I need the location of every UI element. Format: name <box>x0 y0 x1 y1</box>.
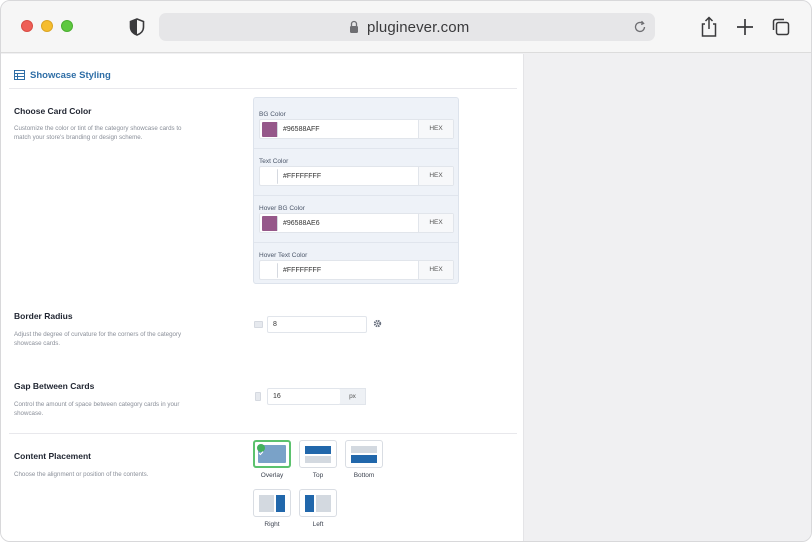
bg-color-format[interactable]: HEX <box>418 120 453 138</box>
border-radius-input[interactable]: 8 <box>267 316 367 333</box>
section-header: Showcase Styling <box>14 68 111 82</box>
color-panel: BG Color #96588AFF HEX Text Color #FFFFF… <box>253 97 459 284</box>
placement-description: Choose the alignment or position of the … <box>14 471 149 478</box>
section-divider <box>9 433 517 434</box>
gap-description: Control the amount of space between cate… <box>14 401 180 417</box>
color-separator <box>254 195 458 196</box>
hover-bg-color-value[interactable]: #96588AE6 <box>283 220 320 227</box>
table-icon <box>14 70 25 80</box>
gap-value[interactable]: 16 <box>273 393 281 400</box>
gap-unit: px <box>340 388 366 405</box>
bg-color-swatch[interactable] <box>262 122 278 137</box>
border-radius-value[interactable]: 8 <box>273 321 277 328</box>
right-preview-accent <box>276 495 285 512</box>
placement-option-top[interactable] <box>299 440 337 468</box>
card-color-description: Customize the color or tint of the categ… <box>14 125 182 141</box>
tab-overview-icon[interactable] <box>771 16 791 38</box>
bg-color-field[interactable]: #96588AFF HEX <box>259 119 454 139</box>
hover-bg-color-swatch[interactable] <box>262 216 278 231</box>
placement-option-bottom[interactable] <box>345 440 383 468</box>
bottom-preview-base <box>351 446 377 453</box>
text-color-swatch[interactable] <box>262 169 278 184</box>
text-color-format[interactable]: HEX <box>418 167 453 185</box>
bottom-preview-accent <box>351 455 377 463</box>
hover-text-color-swatch[interactable] <box>262 263 278 278</box>
new-tab-icon[interactable] <box>735 16 755 38</box>
close-window-button[interactable] <box>21 20 33 32</box>
hover-text-color-field[interactable]: #FFFFFFFF HEX <box>259 260 454 280</box>
placement-label: Content Placement <box>14 451 91 461</box>
right-preview-base <box>259 495 274 512</box>
border-radius-label: Border Radius <box>14 311 73 321</box>
bg-color-label: BG Color <box>259 111 286 118</box>
color-separator <box>254 242 458 243</box>
section-divider <box>9 88 517 89</box>
reload-icon[interactable] <box>633 20 647 34</box>
placement-option-left[interactable] <box>299 489 337 517</box>
placement-option-bottom-label: Bottom <box>353 472 375 479</box>
left-preview-base <box>316 495 331 512</box>
share-icon[interactable] <box>699 16 719 38</box>
minimize-window-button[interactable] <box>41 20 53 32</box>
top-preview-accent <box>305 446 331 454</box>
section-title: Showcase Styling <box>30 69 111 81</box>
hover-text-color-format[interactable]: HEX <box>418 261 453 279</box>
hover-bg-color-label: Hover BG Color <box>259 205 305 212</box>
text-color-label: Text Color <box>259 158 289 165</box>
privacy-shield-icon[interactable] <box>129 18 145 36</box>
gear-icon[interactable] <box>373 319 382 328</box>
hover-bg-color-field[interactable]: #96588AE6 HEX <box>259 213 454 233</box>
address-bar[interactable]: pluginever.com <box>159 13 655 41</box>
browser-window: pluginever.com Showcase Styling Choose C… <box>0 0 812 542</box>
card-color-label: Choose Card Color <box>14 106 92 116</box>
left-preview-accent <box>305 495 314 512</box>
border-radius-description: Adjust the degree of curvature for the c… <box>14 331 182 347</box>
settings-content: Showcase Styling Choose Card Color Custo… <box>1 54 524 541</box>
url-text: pluginever.com <box>367 19 470 36</box>
gap-input[interactable]: 16 <box>267 388 341 405</box>
placement-option-right[interactable] <box>253 489 291 517</box>
zoom-window-button[interactable] <box>61 20 73 32</box>
gap-label: Gap Between Cards <box>14 381 95 391</box>
bg-color-value[interactable]: #96588AFF <box>283 126 320 133</box>
placement-option-left-label: Left <box>312 521 324 528</box>
top-preview-base <box>305 456 331 463</box>
hover-bg-color-format[interactable]: HEX <box>418 214 453 232</box>
selected-check-icon <box>257 444 265 456</box>
gap-icon <box>255 392 261 401</box>
browser-toolbar: pluginever.com <box>1 1 811 53</box>
hover-text-color-value[interactable]: #FFFFFFFF <box>283 267 321 274</box>
placement-option-overlay[interactable] <box>253 440 291 468</box>
empty-side-pane <box>524 54 811 541</box>
radius-corner-icon <box>254 321 263 328</box>
color-separator <box>254 148 458 149</box>
text-color-value[interactable]: #FFFFFFFF <box>283 173 321 180</box>
text-color-field[interactable]: #FFFFFFFF HEX <box>259 166 454 186</box>
hover-text-color-label: Hover Text Color <box>259 252 308 259</box>
lock-icon <box>350 20 358 33</box>
